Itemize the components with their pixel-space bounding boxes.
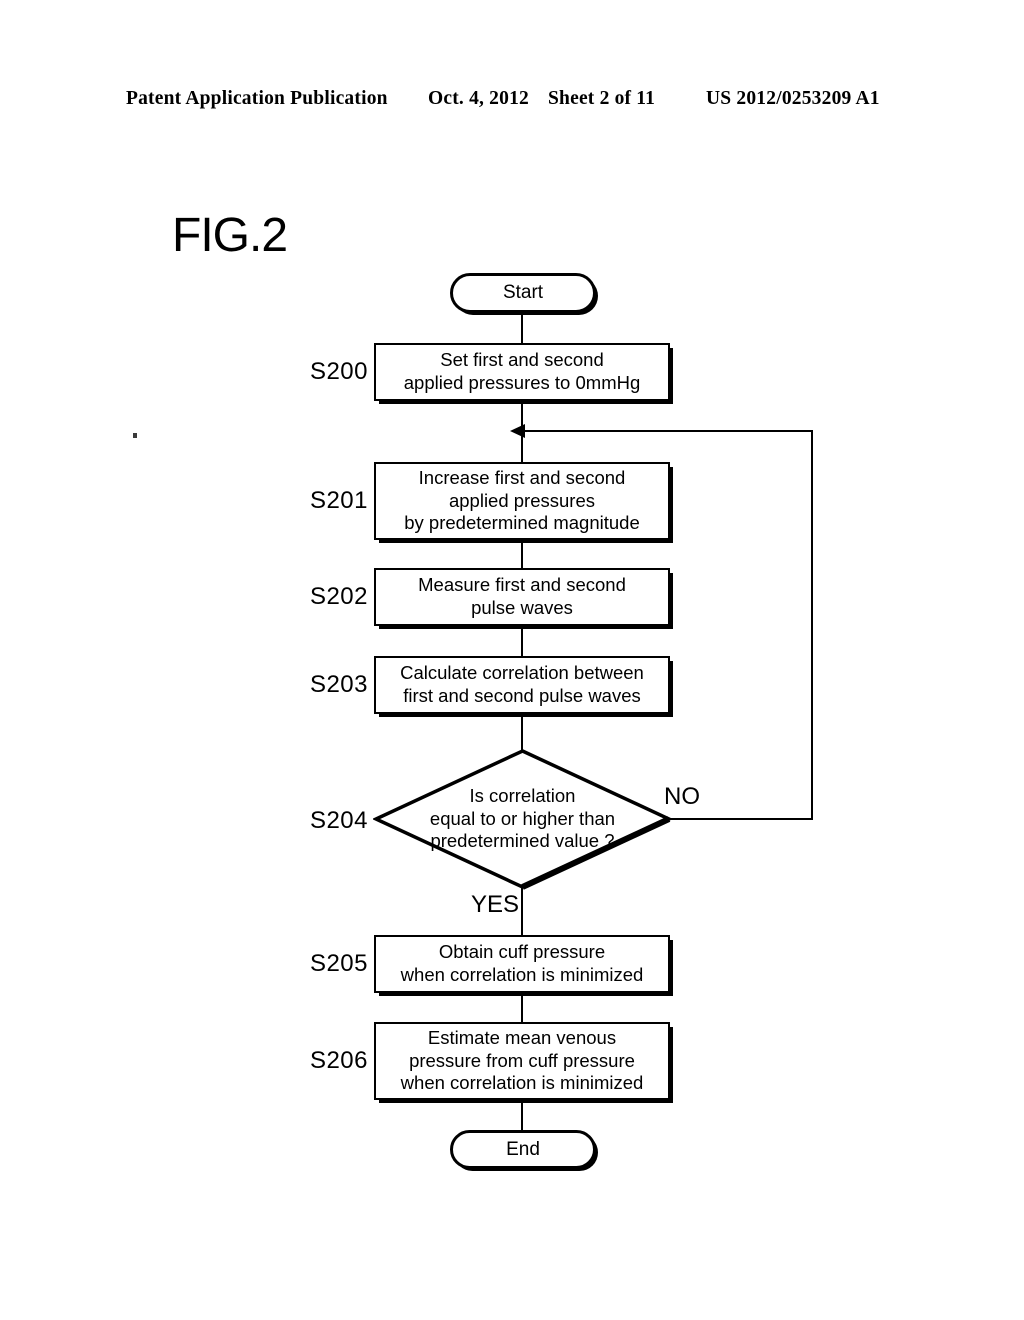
flow-node-s203-text: Calculate correlation between first and s…: [400, 662, 644, 706]
flow-node-s204: Is correlation equal to or higher than pre…: [371, 748, 674, 890]
step-label-s202: S202: [309, 583, 368, 610]
connector-no-arrowhead: [510, 424, 525, 438]
step-label-s205: S205: [309, 950, 368, 977]
flow-node-s205-text: Obtain cuff pressure when correlation is …: [400, 941, 644, 985]
step-label-s203: S203: [309, 671, 368, 698]
connector-s201-to-s202: [521, 540, 523, 569]
connector-s205-to-s206: [521, 993, 523, 1023]
connector-no-vertical-up: [811, 430, 813, 820]
flow-node-s205: Obtain cuff pressure when correlation is …: [374, 935, 670, 993]
step-label-s201: S201: [309, 487, 368, 514]
flow-node-s200: Set first and second applied pressures to…: [374, 343, 670, 401]
flow-node-start-label: Start: [502, 282, 544, 303]
flow-node-s201-text: Increase first and second applied pressur…: [404, 467, 640, 534]
step-label-s200: S200: [309, 358, 368, 385]
flow-node-s203: Calculate correlation between first and s…: [374, 656, 670, 714]
flow-node-end: End: [450, 1130, 596, 1169]
flow-node-s206: Estimate mean venous pressure from cuff p…: [374, 1022, 670, 1100]
scan-speck-artifact: [133, 433, 137, 438]
step-label-s206: S206: [309, 1047, 368, 1074]
flow-node-s201: Increase first and second applied pressur…: [374, 462, 670, 540]
connector-s203-to-s204: [521, 714, 523, 750]
branch-label-no: NO: [664, 783, 700, 810]
flow-node-s202: Measure first and second pulse waves: [374, 568, 670, 626]
connector-s206-to-end: [521, 1100, 523, 1131]
flow-node-s202-text: Measure first and second pulse waves: [418, 574, 626, 618]
flow-node-s200-text: Set first and second applied pressures to…: [403, 349, 641, 393]
flow-node-s206-text: Estimate mean venous pressure from cuff p…: [400, 1027, 644, 1094]
flow-node-end-label: End: [506, 1138, 540, 1160]
flowchart-diagram: Start S200 Set first and second applied p…: [0, 0, 1024, 1320]
step-label-s204: S204: [309, 807, 368, 834]
connector-no-horizontal-out: [669, 818, 813, 820]
flow-node-start: Start: [450, 273, 596, 313]
branch-label-yes: YES: [471, 891, 520, 918]
connector-no-horizontal-return: [524, 430, 813, 432]
decision-diamond-shape: [371, 749, 674, 890]
connector-yes-to-s205: [521, 886, 523, 936]
connector-s202-to-s203: [521, 626, 523, 657]
connector-start-to-s200: [521, 313, 523, 344]
